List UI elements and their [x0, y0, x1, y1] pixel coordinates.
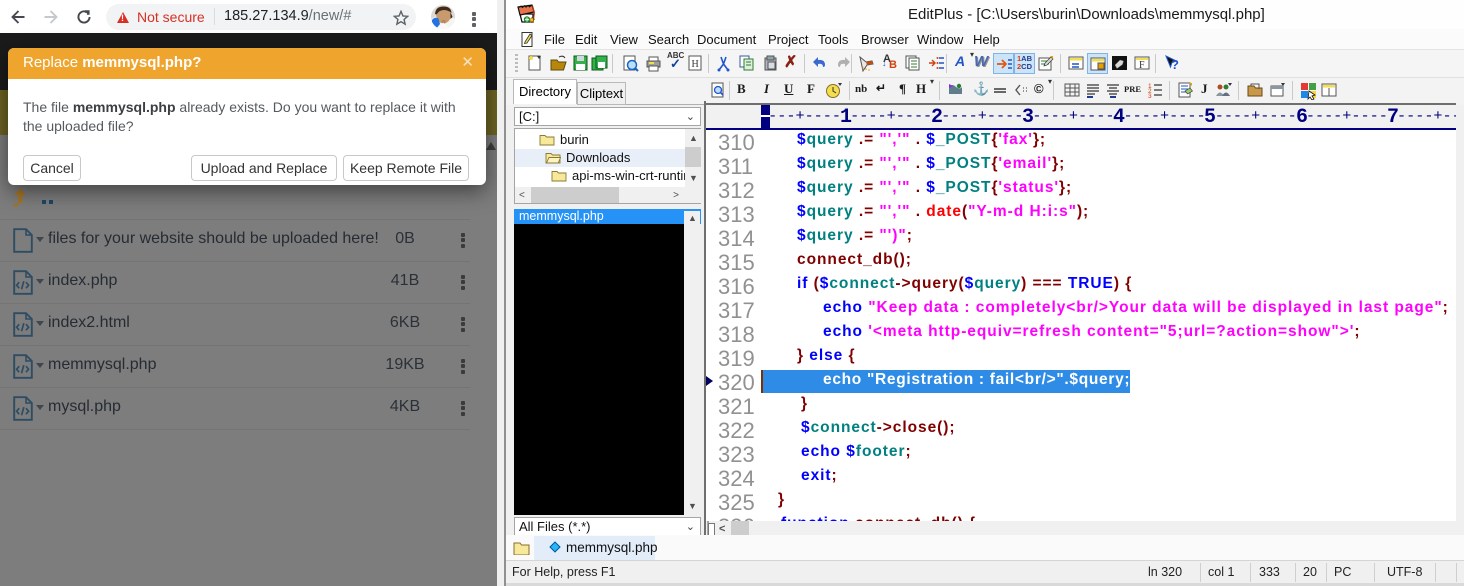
svg-text:3: 3 [1148, 93, 1152, 100]
svg-text:F: F [1139, 60, 1145, 71]
svg-text:?: ? [1171, 57, 1179, 72]
svg-text:H: H [692, 59, 699, 70]
